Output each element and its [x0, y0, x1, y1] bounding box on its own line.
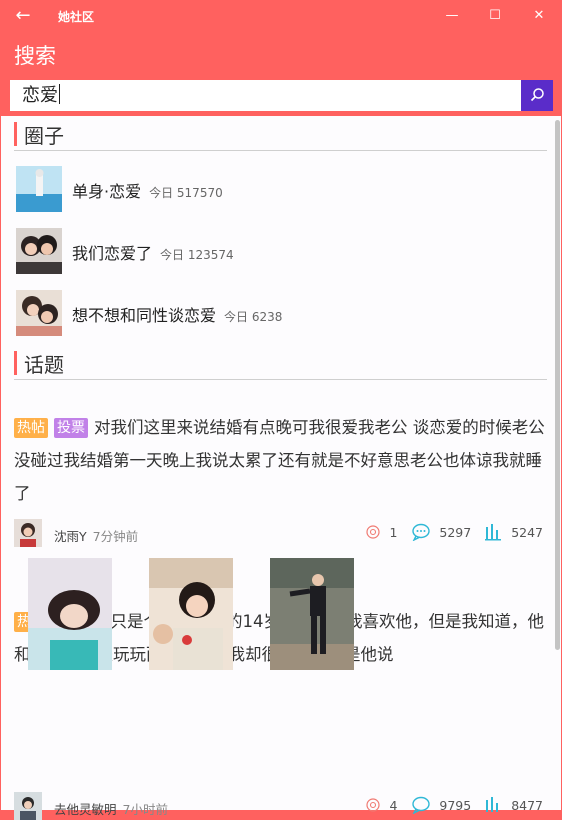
views-count: 5247 — [511, 524, 543, 540]
circle-today-count: 今日 6238 — [224, 310, 283, 324]
post-body: 热帖 投票 对我们这里来说结婚有点晚可我很爱我老公 谈恋爱的时候老公没碰过我结婚第一… — [14, 411, 547, 510]
author-name[interactable]: 沈雨Y — [54, 529, 87, 544]
vote-tag: 投票 — [54, 418, 88, 438]
app-title: 她社区 — [58, 10, 95, 24]
like-count: 1 — [389, 524, 398, 540]
topic-post[interactable]: 热帖 投票 对我们这里来说结婚有点晚可我很爱我老公 谈恋爱的时候老公没碰过我结婚第一… — [14, 411, 547, 510]
circle-thumbnail — [16, 166, 62, 212]
section-accent-bar — [14, 351, 17, 375]
hot-tag: 热帖 — [14, 418, 48, 438]
post-meta: 去他灵敏明 7小时前 4 9795 8477 — [14, 792, 547, 820]
post-time: 7分钟前 — [92, 529, 139, 544]
avatar[interactable] — [14, 792, 42, 820]
close-button[interactable]: ✕ — [524, 4, 554, 28]
circle-thumbnail — [16, 228, 62, 274]
search-icon — [530, 88, 544, 102]
page-title: 搜索 — [14, 44, 56, 68]
comment-icon[interactable] — [411, 523, 431, 542]
comment-icon[interactable] — [411, 796, 431, 815]
search-input[interactable]: 恋爱 — [10, 80, 521, 111]
views-icon — [485, 524, 502, 541]
minimize-button[interactable]: — — [437, 4, 467, 28]
post-text: 对我们这里来说结婚有点晚可我很爱我老公 谈恋爱的时候老公没碰过我结婚第一天晚上我… — [14, 418, 545, 503]
comment-count: 9795 — [439, 797, 472, 813]
circle-name: 单身·恋爱 — [72, 182, 142, 201]
circles-section-title: 圈子 — [24, 124, 64, 148]
topics-section-header: 话题 — [14, 349, 547, 380]
text-caret — [59, 84, 60, 104]
circle-today-count: 今日 517570 — [149, 186, 223, 200]
post-photo[interactable] — [149, 558, 233, 670]
back-button[interactable]: ← — [10, 5, 36, 27]
topics-section-title: 话题 — [24, 353, 64, 377]
post-photo[interactable] — [270, 558, 354, 670]
circle-name: 想不想和同性谈恋爱 — [72, 306, 217, 325]
scrollbar[interactable] — [555, 120, 560, 650]
circle-name: 我们恋爱了 — [72, 244, 153, 263]
circles-section-header: 圈子 — [14, 120, 547, 151]
like-icon[interactable] — [364, 796, 382, 814]
views-count: 8477 — [511, 797, 543, 813]
post-photo[interactable] — [28, 558, 112, 670]
circle-thumbnail — [16, 290, 62, 336]
section-accent-bar — [14, 122, 17, 146]
post-stats: 4 9795 8477 — [364, 796, 543, 816]
avatar[interactable] — [14, 519, 42, 547]
comment-count: 5297 — [439, 524, 472, 540]
like-count: 4 — [389, 797, 398, 813]
maximize-button[interactable]: ☐ — [480, 4, 510, 28]
title-bar: ← 她社区 — ☐ ✕ — [0, 0, 562, 32]
search-input-value: 恋爱 — [22, 85, 58, 106]
views-icon — [486, 797, 499, 812]
post-meta: 沈雨Y 7分钟前 1 5297 5247 — [14, 519, 547, 547]
search-button[interactable] — [521, 80, 553, 111]
circle-today-count: 今日 123574 — [160, 248, 234, 262]
like-icon[interactable] — [364, 523, 382, 541]
post-stats: 1 5297 5247 — [364, 523, 543, 543]
